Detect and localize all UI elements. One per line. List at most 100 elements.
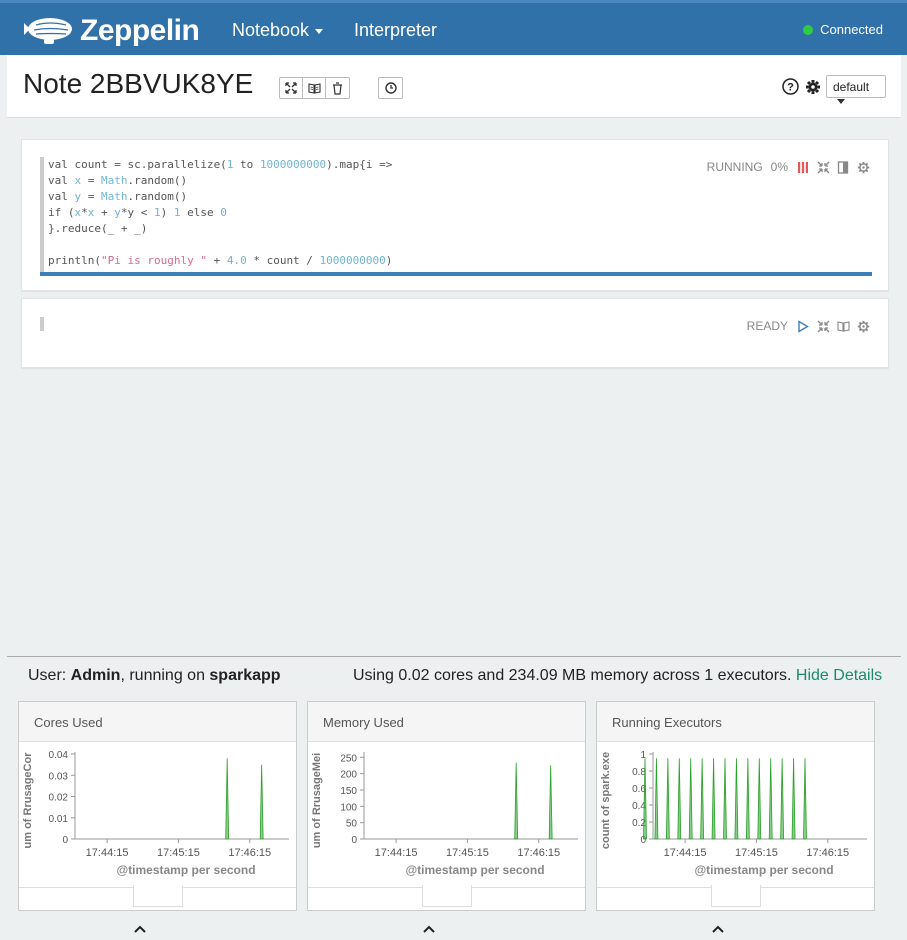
notebook-menu[interactable]: Notebook — [232, 20, 324, 41]
running-executors-panel: Running Executors 0 0.2 0.4 0.6 0.8 1 17:44:15… — [596, 701, 875, 933]
schedule-button[interactable] — [379, 78, 402, 98]
interpreter-binding-dropdown[interactable]: default — [826, 75, 886, 105]
settings-gear-icon[interactable] — [856, 319, 870, 333]
help-icon[interactable]: ? — [782, 78, 799, 95]
delete-note-button[interactable] — [326, 78, 349, 98]
data-spike — [757, 758, 762, 840]
caret-down-icon — [837, 99, 845, 105]
empty-code-editor[interactable] — [40, 317, 44, 331]
status-dot-icon — [803, 25, 814, 35]
y-tick-label: 0 — [62, 835, 68, 846]
data-spike — [791, 758, 796, 840]
note-title[interactable]: Note 2BBVUK8YE — [23, 68, 253, 100]
x-tick-label: 17:44:15 — [375, 847, 418, 859]
app-name: sparkapp — [209, 667, 281, 684]
collapse-icon[interactable] — [816, 319, 830, 333]
running-on-text: , running on — [120, 667, 210, 684]
collapse-chart-button[interactable] — [711, 885, 761, 933]
code-editor[interactable]: val count = sc.parallelize(1 to 10000000… — [40, 157, 872, 275]
hide-details-link[interactable]: Hide Details — [796, 667, 882, 684]
toggle-editor-button[interactable] — [280, 78, 303, 98]
x-tick-label: 17:46:15 — [806, 847, 849, 859]
cores-used-chart: 0 0.01 0.02 0.03 0.04 17:44:15 17:45:15 17:46:1… — [22, 750, 289, 877]
note-header: Note 2BBVUK8YE ? default — [7, 55, 901, 118]
connection-status-label: Connected — [820, 22, 883, 37]
code-line-3: val y = Math.random() — [48, 190, 188, 203]
memory-text: memory across — [586, 667, 705, 684]
default-label: default — [833, 80, 870, 94]
panel-title: Cores Used — [19, 702, 296, 742]
y-tick-label: 250 — [340, 753, 357, 764]
resource-usage: Using 0.02 cores and 234.09 MB memory ac… — [353, 667, 882, 685]
data-spike — [514, 762, 519, 840]
cores-used-panel: Cores Used 0 0.01 0.02 0.03 0.04 17:44:15 17:4… — [18, 701, 297, 933]
x-tick-label: 17:44:15 — [664, 847, 707, 859]
running-executors-chart: 00.20.40.60.8117:44:15 17:45:15 17:46:15@t… — [600, 750, 867, 877]
x-axis-label: @timestamp per second — [694, 863, 833, 877]
memory-used-chart: 0 50 100 150 200 250 17:44:15 17:45:15 17:46:15 @… — [311, 752, 578, 877]
top-navbar: Zeppelin Notebook Interpreter Connected — [0, 0, 907, 55]
cancel-icon[interactable] — [796, 160, 810, 174]
interpreter-link[interactable]: Interpreter — [354, 20, 437, 41]
paragraph-status: READY — [746, 319, 788, 333]
memory-used-panel: Memory Used 0 50 100 150 200 250 17:44:15 17:45… — [307, 701, 586, 933]
paragraph-running: val count = sc.parallelize(1 to 10000000… — [21, 139, 889, 291]
run-icon[interactable] — [796, 319, 810, 333]
caret-down-icon — [315, 28, 324, 34]
data-spike — [548, 765, 553, 840]
gear-icon[interactable] — [805, 79, 821, 95]
y-tick-label: 0.01 — [49, 814, 69, 825]
code-line-7: println("Pi is roughly " + 4.0 * count /… — [48, 254, 393, 267]
brand-title[interactable]: Zeppelin — [80, 14, 200, 48]
x-tick-label: 17:46:15 — [228, 847, 271, 859]
data-spike — [677, 758, 682, 840]
user-name: Admin — [70, 667, 121, 684]
hide-output-icon[interactable] — [836, 160, 850, 174]
expand-icon — [285, 82, 297, 94]
collapse-chart-button[interactable] — [422, 885, 472, 933]
app-details-panel: User: Admin, running on sparkapp Using 0… — [7, 656, 901, 936]
notebook-menu-label: Notebook — [232, 20, 310, 40]
x-tick-label: 17:45:15 — [735, 847, 778, 859]
cores-value: 0.02 — [398, 667, 430, 684]
data-spike — [665, 758, 670, 840]
chevron-up-icon — [712, 925, 724, 933]
data-spike — [688, 758, 693, 840]
data-spike — [723, 758, 727, 840]
zeppelin-logo-icon[interactable] — [22, 13, 74, 49]
executors-text: executors. — [713, 667, 796, 684]
collapse-chart-button[interactable] — [133, 885, 183, 933]
code-line-2: val x = Math.random() — [48, 174, 188, 187]
settings-gear-icon[interactable] — [856, 160, 870, 174]
y-axis-label: count of spark.exe — [600, 752, 612, 849]
toggle-output-button[interactable] — [303, 78, 326, 98]
x-tick-label: 17:45:15 — [446, 847, 489, 859]
data-spike — [803, 758, 807, 840]
chevron-up-icon — [423, 925, 435, 933]
y-tick-label: 0.02 — [49, 793, 69, 804]
x-tick-label: 17:45:15 — [157, 847, 200, 859]
code-line-4: if (x*x + y*y < 1) 1 else 0 — [48, 206, 227, 219]
paragraph-ready: READY — [21, 298, 889, 368]
user-info: User: Admin, running on sparkapp — [28, 667, 281, 685]
cores-text: cores and — [429, 667, 509, 684]
data-spike — [225, 758, 230, 840]
y-tick-label: 150 — [340, 786, 357, 797]
y-tick-label: 50 — [346, 819, 358, 830]
data-spike — [780, 758, 785, 840]
paragraph-progress: 0% — [770, 160, 788, 174]
data-spike — [768, 758, 773, 840]
panel-title: Running Executors — [597, 702, 874, 742]
y-tick-label: 0 — [351, 835, 357, 846]
memory-value: 234.09 MB — [508, 667, 587, 684]
paragraph-status: RUNNING — [706, 160, 763, 174]
data-spike — [654, 758, 659, 840]
y-tick-label: 200 — [340, 770, 357, 781]
usage-prefix: Using — [353, 667, 399, 684]
x-tick-label: 17:46:15 — [517, 847, 560, 859]
collapse-icon[interactable] — [816, 160, 830, 174]
paragraph-controls: READY — [747, 319, 870, 333]
panel-title: Memory Used — [308, 702, 585, 742]
paragraph-controls: RUNNING 0% — [707, 160, 870, 174]
book-icon[interactable] — [836, 319, 850, 333]
